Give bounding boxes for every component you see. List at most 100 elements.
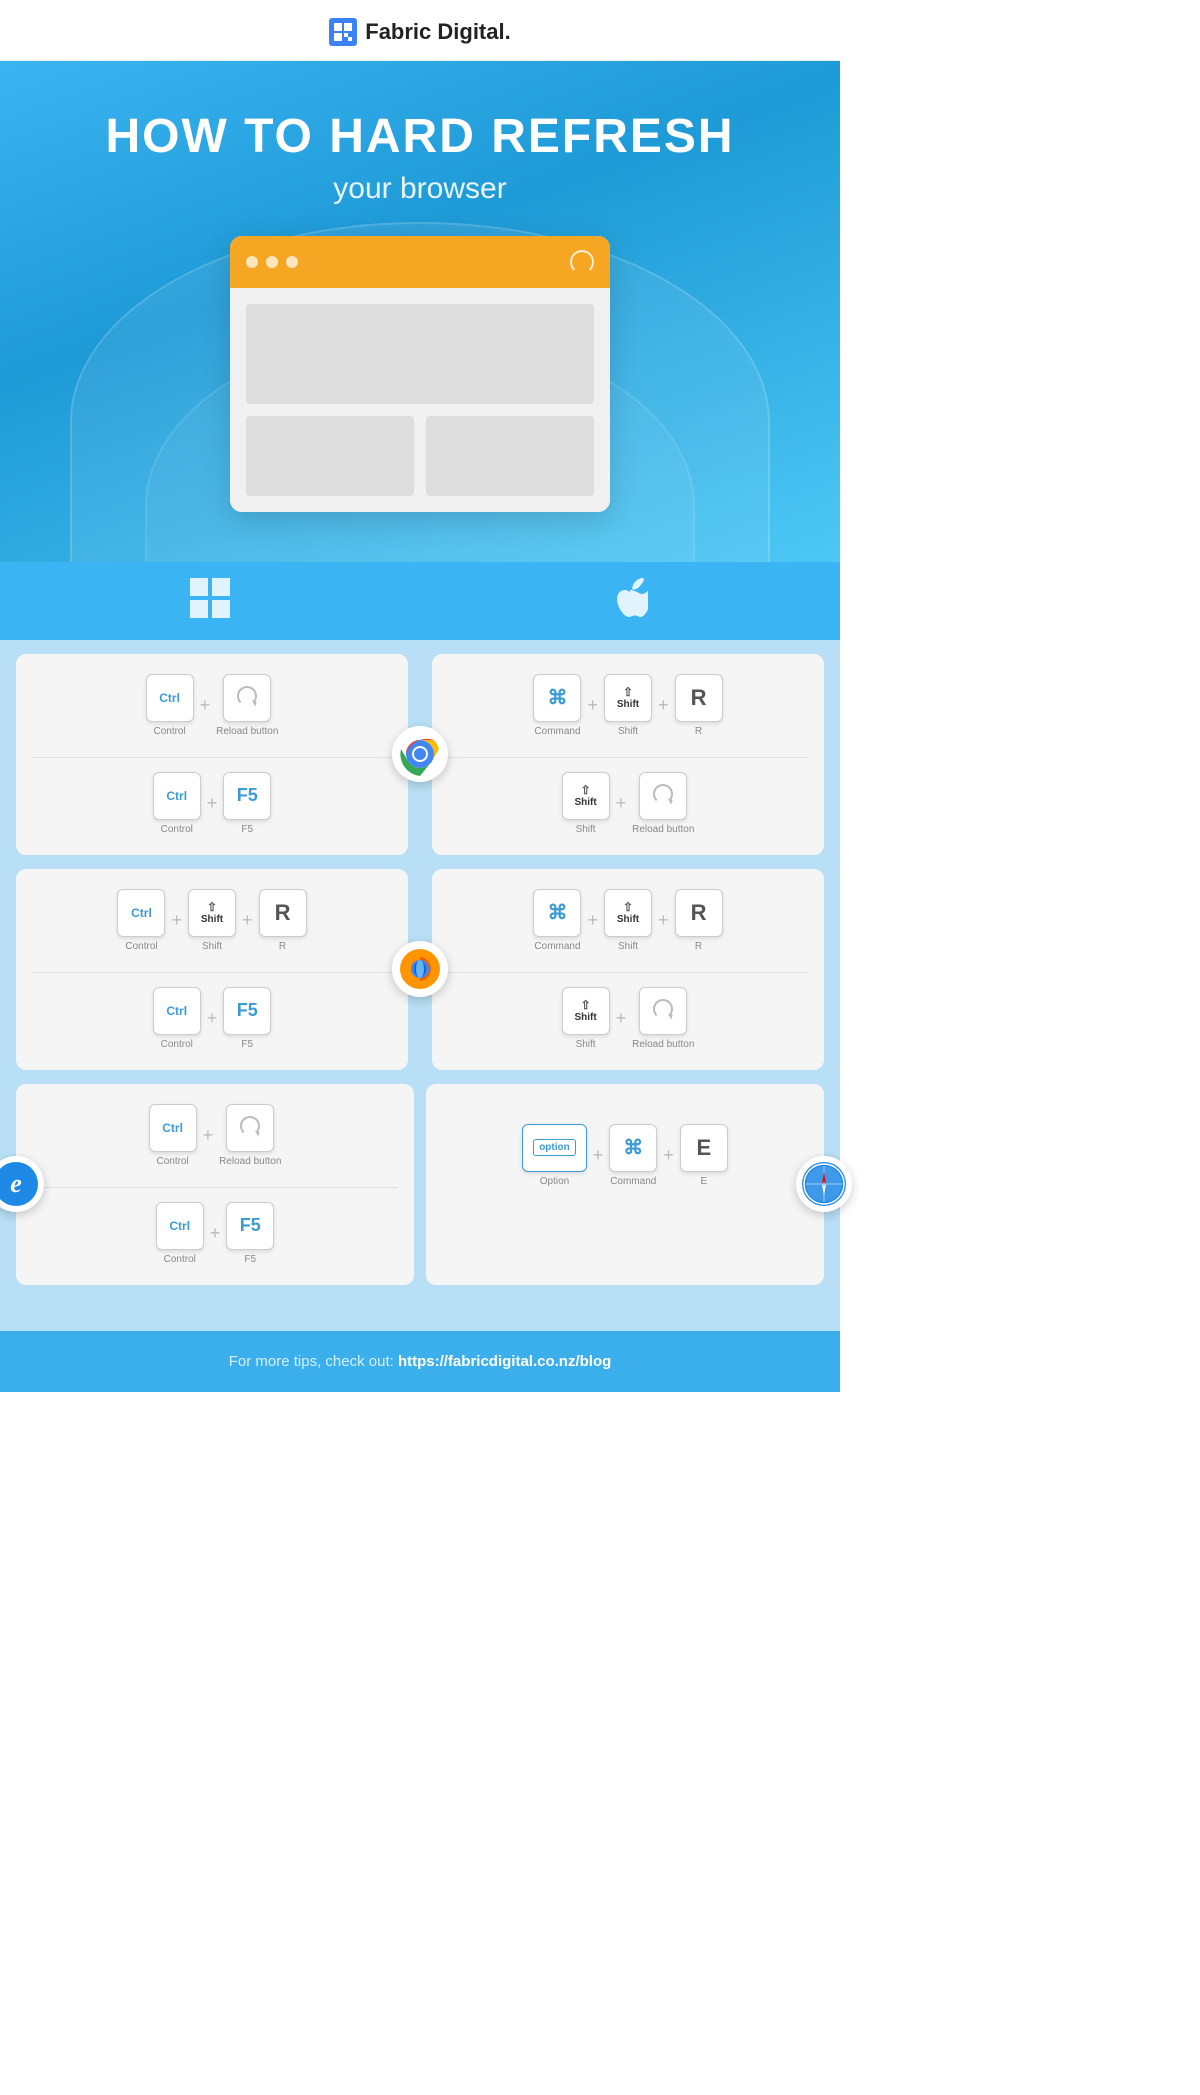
reload-key2	[639, 772, 687, 820]
r-key: R	[675, 674, 723, 722]
firefox-mac-panel: ⌘ Command + ⇧ Shift Shift +	[432, 869, 824, 1070]
cmd-key-ff: ⌘ Command	[533, 889, 581, 952]
chrome-mac-panel: ⌘ Command + ⇧ Shift Shift +	[432, 654, 824, 855]
reload-key-group2: Reload button	[632, 772, 694, 835]
apple-icon	[612, 578, 648, 630]
divider	[32, 757, 392, 758]
safari-combo-keys: option Option + ⌘ Command + E	[442, 1124, 808, 1187]
ie-combo1: Ctrl Control + Reload button	[32, 1104, 398, 1167]
shift-key-ff-btn: ⇧ Shift	[188, 889, 236, 937]
chrome-mac-combo1-keys: ⌘ Command + ⇧ Shift Shift +	[448, 674, 808, 737]
logo: Fabric Digital.	[329, 18, 510, 46]
safari-combo-wrapper: option Option + ⌘ Command + E	[442, 1124, 808, 1187]
browser-content-top	[246, 304, 594, 404]
browser-content-box-2	[426, 416, 594, 496]
cmd-key-ff-btn: ⌘	[533, 889, 581, 937]
cmd-key-safari-btn: ⌘	[609, 1124, 657, 1172]
shift-key-ff-mac: ⇧ Shift Shift	[604, 889, 652, 952]
ie-panel: e Ctrl Control +	[16, 1084, 414, 1285]
hero-subtitle: your browser	[20, 172, 820, 206]
f5-key-ie-btn: F5	[226, 1202, 274, 1250]
ctrl-key-ie: Ctrl Control	[149, 1104, 197, 1167]
f5-key-ff: F5 F5	[223, 987, 271, 1050]
footer-link[interactable]: https://fabricdigital.co.nz/blog	[398, 1353, 611, 1370]
ff-win-combo2: Ctrl Control + F5 F5	[32, 987, 392, 1050]
browser-dots	[246, 256, 298, 268]
ctrl-key: Ctrl	[146, 674, 194, 722]
browser-mockup	[230, 236, 610, 512]
reload-circle-ff-mac	[653, 999, 673, 1019]
reload-key-group: Reload button	[216, 674, 278, 737]
reload-circle-icon	[237, 686, 257, 706]
footer: For more tips, check out: https://fabric…	[0, 1331, 840, 1392]
chrome-mac-combo2: ⇧ Shift Shift + Reload button	[448, 772, 808, 835]
browser-dot-2	[266, 256, 278, 268]
firefox-section: Ctrl Control + ⇧ Shift Shift +	[16, 869, 824, 1070]
option-key-safari-btn: option	[522, 1124, 587, 1172]
ctrl-key-ff2-btn: Ctrl	[153, 987, 201, 1035]
option-key-safari: option Option	[522, 1124, 587, 1187]
safari-panel: option Option + ⌘ Command + E	[426, 1084, 824, 1285]
reload-key	[223, 674, 271, 722]
browser-reload-icon	[570, 250, 594, 274]
reload-circle-icon2	[653, 784, 673, 804]
ie-logo: e	[0, 1156, 44, 1212]
r-key-group: R R	[675, 674, 723, 737]
ctrl-key-group: Ctrl Control	[146, 674, 194, 737]
chrome-win-combo2: Ctrl Control + F5 F5	[32, 772, 392, 835]
svg-text:e: e	[10, 1169, 22, 1198]
r-key-ff-mac: R R	[675, 889, 723, 952]
shift-key-ff-mac-btn: ⇧ Shift	[604, 889, 652, 937]
reload-key-ie: Reload button	[219, 1104, 281, 1167]
divider	[32, 972, 392, 973]
f5-key-ff-btn: F5	[223, 987, 271, 1035]
safari-logo	[796, 1156, 852, 1212]
logo-text: Fabric Digital.	[365, 19, 510, 45]
browser-content-bottom	[246, 416, 594, 496]
ctrl-key-ff2: Ctrl Control	[153, 987, 201, 1050]
reload-key-ie-btn	[226, 1104, 274, 1152]
logo-icon	[329, 18, 357, 46]
reload-key-ff-mac: Reload button	[632, 987, 694, 1050]
chrome-win-combo2-keys: Ctrl Control + F5 F5	[32, 772, 392, 835]
windows-col	[0, 578, 420, 630]
ie-combo2-keys: Ctrl Control + F5 F5	[32, 1202, 398, 1265]
chrome-win-combo1-keys: Ctrl Control + Reload button	[32, 674, 392, 737]
hero-title: HOW TO HARD REFRESH	[20, 111, 820, 164]
content-area: Ctrl Control + Reload button	[0, 640, 840, 1331]
r-key-ff: R R	[259, 889, 307, 952]
browser-content-box-1	[246, 416, 414, 496]
shift-key: ⇧ Shift	[604, 674, 652, 722]
os-icons-row	[0, 562, 840, 640]
divider	[32, 1187, 398, 1188]
footer-text: For more tips, check out:	[229, 1353, 394, 1370]
ff-win-combo1: Ctrl Control + ⇧ Shift Shift +	[32, 889, 392, 952]
shift-key-ff: ⇧ Shift Shift	[188, 889, 236, 952]
ie-combo1-keys: Ctrl Control + Reload button	[32, 1104, 398, 1167]
browser-dot-3	[286, 256, 298, 268]
r-key-ff-btn: R	[259, 889, 307, 937]
ff-mac-combo1-keys: ⌘ Command + ⇧ Shift Shift +	[448, 889, 808, 952]
ff-win-combo2-keys: Ctrl Control + F5 F5	[32, 987, 392, 1050]
f5-key-group: F5 F5	[223, 772, 271, 835]
e-key-safari: E E	[680, 1124, 728, 1187]
cmd-key-safari: ⌘ Command	[609, 1124, 657, 1187]
divider	[448, 972, 808, 973]
ff-win-combo1-keys: Ctrl Control + ⇧ Shift Shift +	[32, 889, 392, 952]
cmd-key-group: ⌘ Command	[533, 674, 581, 737]
reload-circle-ie	[240, 1116, 260, 1136]
reload-key-ff-mac-btn	[639, 987, 687, 1035]
ctrl-key-ff: Ctrl Control	[117, 889, 165, 952]
chrome-section: Ctrl Control + Reload button	[16, 654, 824, 855]
ff-mac-combo1: ⌘ Command + ⇧ Shift Shift +	[448, 889, 808, 952]
shift-key2: ⇧ Shift	[562, 772, 610, 820]
ctrl-key2: Ctrl	[153, 772, 201, 820]
ie-combo2: Ctrl Control + F5 F5	[32, 1202, 398, 1265]
e-key-safari-btn: E	[680, 1124, 728, 1172]
browser-dot-1	[246, 256, 258, 268]
chrome-mac-combo1: ⌘ Command + ⇧ Shift Shift +	[448, 674, 808, 737]
ff-mac-combo2: ⇧ Shift Shift + Reload button	[448, 987, 808, 1050]
shift-key-ff-mac2: ⇧ Shift Shift	[562, 987, 610, 1050]
f5-key: F5	[223, 772, 271, 820]
shift-key-group: ⇧ Shift Shift	[604, 674, 652, 737]
